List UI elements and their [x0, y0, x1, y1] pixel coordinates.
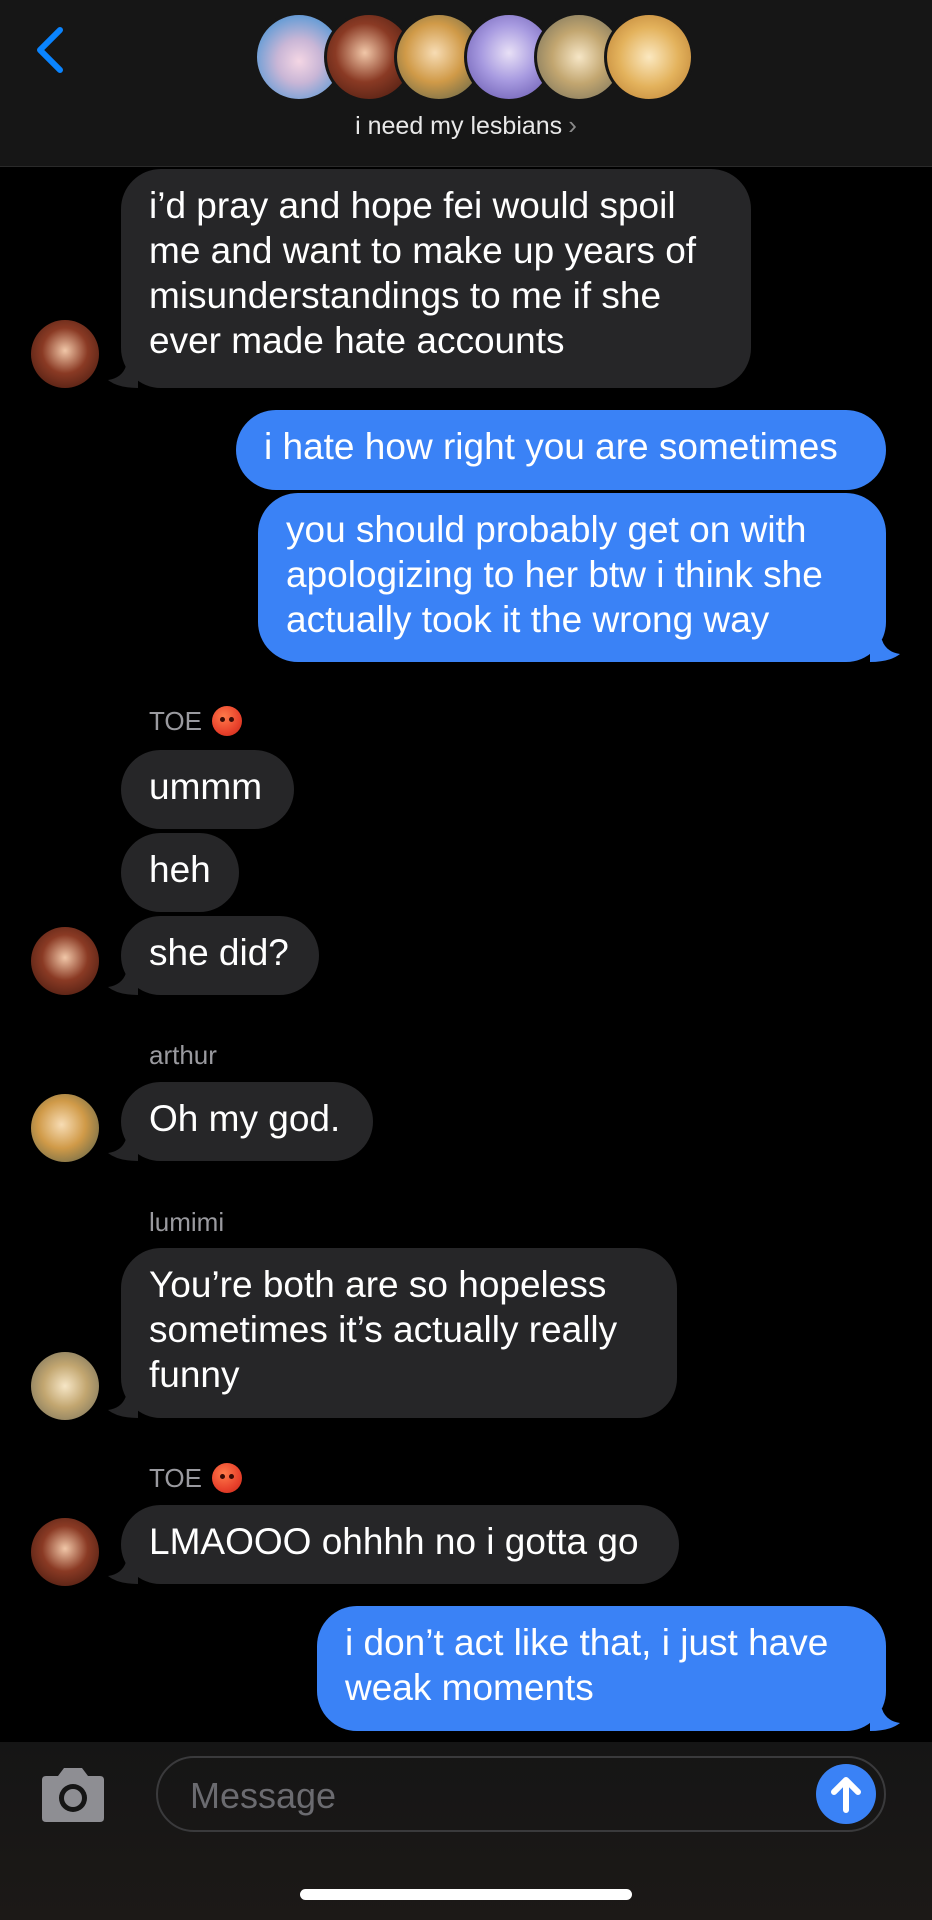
- message-text: she did?: [149, 932, 289, 973]
- camera-button[interactable]: [36, 1766, 110, 1824]
- message-field[interactable]: [156, 1756, 886, 1832]
- toe-avatar[interactable]: [31, 320, 99, 388]
- bubble-tail: [870, 1709, 900, 1731]
- bubble-tail: [108, 973, 138, 995]
- toe-avatar[interactable]: [31, 927, 99, 995]
- incoming-message[interactable]: she did?: [121, 916, 319, 995]
- sender-name: lumimi: [149, 1207, 225, 1237]
- toe-avatar[interactable]: [31, 1518, 99, 1586]
- arthur-avatar[interactable]: [31, 1094, 99, 1162]
- bubble-tail: [108, 1139, 138, 1161]
- message-text: LMAOOO ohhhh no i gotta go: [149, 1521, 639, 1562]
- send-button[interactable]: [816, 1764, 876, 1824]
- incoming-message[interactable]: i’d pray and hope fei would spoil me and…: [121, 169, 751, 388]
- message-input[interactable]: [188, 1770, 752, 1822]
- bubble-tail: [108, 1396, 138, 1418]
- incoming-message[interactable]: LMAOOO ohhhh no i gotta go: [121, 1505, 679, 1584]
- angry-face-emoji: [211, 706, 242, 736]
- sender-label: TOE: [149, 1463, 242, 1493]
- lumimi-avatar[interactable]: [31, 1352, 99, 1420]
- incoming-message[interactable]: ummm: [121, 750, 294, 829]
- group-name[interactable]: i need my lesbians ›: [0, 110, 932, 146]
- incoming-message[interactable]: heh: [121, 833, 239, 912]
- member-avatar-6: [604, 12, 694, 102]
- message-text: you should probably get on with apologiz…: [286, 509, 823, 640]
- sender-label: lumimi: [149, 1207, 224, 1237]
- arrow-up-icon: [831, 1777, 861, 1813]
- sender-name: TOE: [149, 706, 202, 736]
- back-button[interactable]: [26, 20, 78, 80]
- group-name-label: i need my lesbians: [355, 112, 563, 140]
- conversation-header: i need my lesbians ›: [0, 0, 932, 167]
- incoming-message[interactable]: You’re both are so hopeless sometimes it…: [121, 1248, 677, 1418]
- message-text: i hate how right you are sometimes: [264, 426, 838, 467]
- outgoing-message[interactable]: you should probably get on with apologiz…: [258, 493, 886, 662]
- sender-label: TOE: [149, 706, 242, 736]
- sender-name: arthur: [149, 1040, 217, 1070]
- message-text: Oh my god.: [149, 1098, 341, 1139]
- message-text: i don’t act like that, i just have weak …: [345, 1622, 829, 1708]
- sender-name: TOE: [149, 1463, 202, 1493]
- chevron-left-icon: [37, 27, 63, 73]
- message-text: You’re both are so hopeless sometimes it…: [149, 1264, 618, 1395]
- composer-bar: [0, 1742, 932, 1920]
- bubble-tail: [108, 1562, 138, 1584]
- group-avatars[interactable]: [254, 12, 694, 104]
- bubble-tail: [870, 640, 900, 662]
- incoming-message[interactable]: Oh my god.: [121, 1082, 373, 1161]
- sender-label: arthur: [149, 1040, 217, 1070]
- home-indicator[interactable]: [300, 1889, 632, 1900]
- message-text: ummm: [149, 766, 263, 807]
- bubble-tail: [108, 366, 138, 388]
- outgoing-message[interactable]: i hate how right you are sometimes: [236, 410, 886, 490]
- message-text: heh: [149, 849, 211, 890]
- message-text: i’d pray and hope fei would spoil me and…: [149, 185, 697, 361]
- angry-face-emoji: [211, 1463, 242, 1493]
- chevron-right-icon: ›: [568, 110, 577, 140]
- camera-icon: [42, 1768, 104, 1822]
- outgoing-message[interactable]: i don’t act like that, i just have weak …: [317, 1606, 886, 1731]
